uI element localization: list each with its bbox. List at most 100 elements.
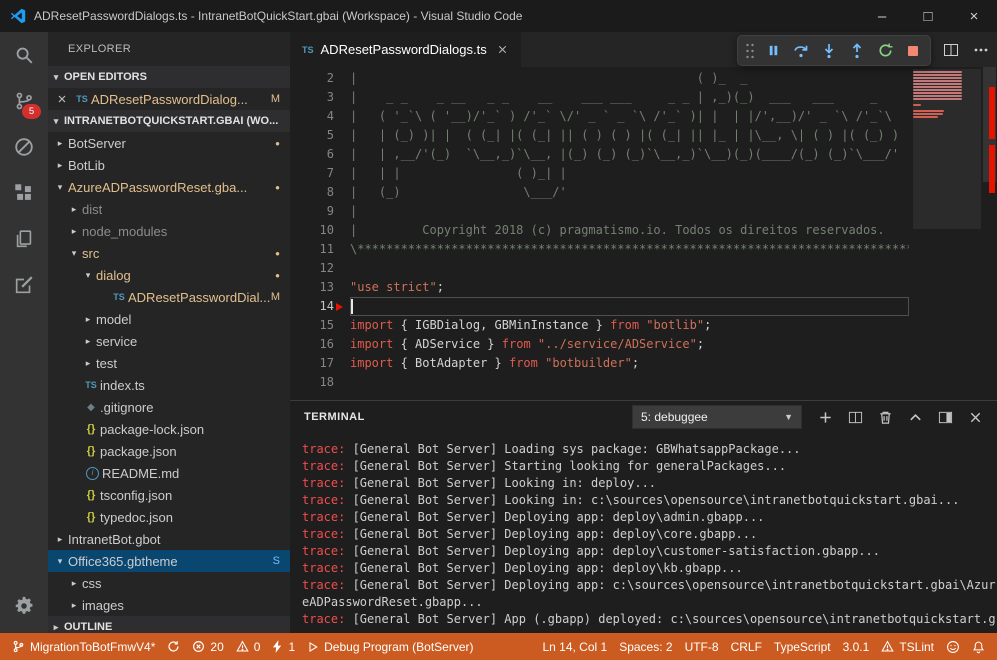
step-over-icon[interactable]: [788, 38, 814, 64]
status-item[interactable]: [966, 633, 991, 660]
status-item[interactable]: TypeScript: [768, 633, 837, 660]
status-item[interactable]: UTF-8: [679, 633, 725, 660]
pause-icon[interactable]: [760, 38, 786, 64]
minimap-line: [913, 83, 962, 85]
code-line[interactable]: 18: [290, 373, 909, 392]
stop-icon[interactable]: [900, 38, 926, 64]
code-line[interactable]: 4| ( '_`\ ( '__)/'_` ) /'_` \/' _ ` _ `\…: [290, 107, 909, 126]
tree-item[interactable]: ▾src●: [48, 242, 290, 264]
modified-dot: ●: [275, 271, 280, 280]
outline-header[interactable]: ▸ OUTLINE: [48, 616, 290, 633]
status-item[interactable]: 3.0.1: [837, 633, 876, 660]
status-item[interactable]: [161, 633, 186, 660]
tree-item[interactable]: ▾Office365.gbthemeS: [48, 550, 290, 572]
tree-item[interactable]: ▸model: [48, 308, 290, 330]
status-item[interactable]: Debug Program (BotServer): [301, 633, 479, 660]
edit-icon[interactable]: [0, 262, 48, 308]
code-line[interactable]: 10| Copyright 2018 (c) pragmatismo.io. T…: [290, 221, 909, 240]
status-item[interactable]: 0: [230, 633, 267, 660]
status-item[interactable]: Ln 14, Col 1: [536, 633, 613, 660]
new-terminal-icon[interactable]: [818, 410, 833, 425]
line-content: | |: [350, 202, 909, 221]
debug-icon[interactable]: [0, 124, 48, 170]
tree-item[interactable]: ▸css: [48, 572, 290, 594]
tree-item[interactable]: ▸service: [48, 330, 290, 352]
minimap[interactable]: [913, 69, 981, 400]
maximize-panel-icon[interactable]: [908, 410, 923, 425]
status-item[interactable]: 1: [266, 633, 301, 660]
step-out-icon[interactable]: [844, 38, 870, 64]
status-item[interactable]: 20: [186, 633, 229, 660]
tree-item[interactable]: ◆.gitignore: [48, 396, 290, 418]
minimize-button[interactable]: –: [859, 0, 905, 32]
extensions-icon[interactable]: [0, 170, 48, 216]
code-line[interactable]: 16import { ADService } from "../service/…: [290, 335, 909, 354]
kill-terminal-icon[interactable]: [878, 410, 893, 425]
status-item[interactable]: MigrationToBotFmwV4*: [6, 633, 161, 660]
code-line[interactable]: 13"use strict";: [290, 278, 909, 297]
tree-item[interactable]: {}typedoc.json: [48, 506, 290, 528]
step-into-icon[interactable]: [816, 38, 842, 64]
status-item[interactable]: TSLint: [875, 633, 940, 660]
tree-item[interactable]: ▸images: [48, 594, 290, 616]
tree-item[interactable]: ▸node_modules: [48, 220, 290, 242]
status-item[interactable]: [940, 633, 966, 660]
code-line[interactable]: 5| | (_) )| | ( (_| |( (_| || ( ) ( ) |(…: [290, 126, 909, 145]
terminal-tab[interactable]: TERMINAL: [304, 411, 365, 423]
tree-item[interactable]: TSindex.ts: [48, 374, 290, 396]
search-icon[interactable]: [0, 32, 48, 78]
restart-icon[interactable]: [872, 38, 898, 64]
terminal-output[interactable]: trace: [General Bot Server] Loading sys …: [290, 433, 997, 633]
tree-item[interactable]: ▸IntranetBot.gbot: [48, 528, 290, 550]
source-control-icon[interactable]: 5: [0, 78, 48, 124]
workspace-header[interactable]: ▾ INTRANETBOTQUICKSTART.GBAI (WO...: [48, 110, 290, 132]
panel-actions: [818, 410, 983, 425]
code-line[interactable]: 7| | | ( )_| | |: [290, 164, 909, 183]
tree-item[interactable]: ▾dialog●: [48, 264, 290, 286]
code-line[interactable]: 11\*************************************…: [290, 240, 909, 259]
status-item[interactable]: Spaces: 2: [613, 633, 678, 660]
settings-icon[interactable]: [0, 583, 48, 629]
files-icon[interactable]: [0, 216, 48, 262]
status-item-label: 1: [288, 640, 295, 654]
editor-scrollbar[interactable]: [982, 67, 997, 400]
split-editor-icon[interactable]: [943, 42, 959, 58]
open-editor-item[interactable]: TSADResetPasswordDialog...M: [48, 88, 290, 110]
more-actions-icon[interactable]: [973, 42, 989, 58]
code-line[interactable]: 2| ( )_ _ |: [290, 69, 909, 88]
tree-item[interactable]: ▾AzureADPasswordReset.gba...●: [48, 176, 290, 198]
tree-item[interactable]: iREADME.md: [48, 462, 290, 484]
code-line[interactable]: 14: [290, 297, 909, 316]
code-line[interactable]: 9| |: [290, 202, 909, 221]
code-line[interactable]: 15import { IGBDialog, GBMinInstance } fr…: [290, 316, 909, 335]
maximize-button[interactable]: □: [905, 0, 951, 32]
tab-adresetpassworddialogs[interactable]: TS ADResetPasswordDialogs.ts: [290, 32, 521, 67]
code-line[interactable]: 6| | ,__/'(_) `\__,_)`\__, |(_) (_) (_)`…: [290, 145, 909, 164]
close-panel-icon[interactable]: [968, 410, 983, 425]
chevron-down-icon: ▾: [52, 556, 68, 567]
split-terminal-icon[interactable]: [848, 410, 863, 425]
warning-icon: [881, 640, 894, 653]
tree-item[interactable]: ▸BotLib: [48, 154, 290, 176]
code-editor[interactable]: 2| ( )_ _ |3| _ _ _ __ _ _ __ ___ ___ _ …: [290, 67, 997, 400]
terminal-select[interactable]: 5: debuggee ▼: [632, 405, 802, 429]
tree-item[interactable]: ▸dist: [48, 198, 290, 220]
tree-item[interactable]: ▸test: [48, 352, 290, 374]
tree-item[interactable]: {}package-lock.json: [48, 418, 290, 440]
tree-item[interactable]: ▸BotServer●: [48, 132, 290, 154]
panel-position-icon[interactable]: [938, 410, 953, 425]
open-editors-header[interactable]: ▾ OPEN EDITORS: [48, 66, 290, 88]
code-line[interactable]: 17import { BotAdapter } from "botbuilder…: [290, 354, 909, 373]
close-button[interactable]: ×: [951, 0, 997, 32]
status-item[interactable]: CRLF: [725, 633, 768, 660]
editor-column: TS ADResetPasswordDialogs.ts 2| ( )_ _: [290, 32, 997, 633]
code-line[interactable]: 3| _ _ _ __ _ _ __ ___ ___ _ _ | ,_)(_) …: [290, 88, 909, 107]
editor-actions: [943, 32, 989, 67]
tree-item[interactable]: {}package.json: [48, 440, 290, 462]
code-line[interactable]: 12: [290, 259, 909, 278]
tree-item[interactable]: TSADResetPasswordDial...M: [48, 286, 290, 308]
close-icon[interactable]: [56, 93, 68, 105]
code-line[interactable]: 8| (_) \___/' |: [290, 183, 909, 202]
tree-item[interactable]: {}tsconfig.json: [48, 484, 290, 506]
tab-close-icon[interactable]: [496, 43, 509, 56]
